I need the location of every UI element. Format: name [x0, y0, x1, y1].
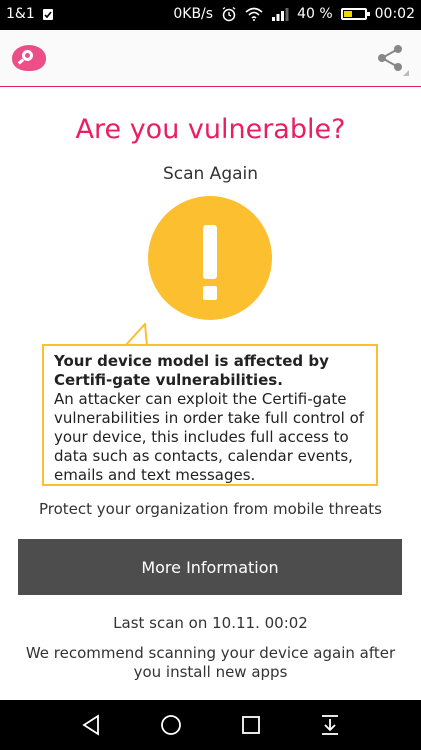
signal-icon — [272, 8, 289, 21]
exclamation-dot — [203, 286, 217, 300]
wifi-icon — [245, 7, 263, 21]
last-scan-text: Last scan on 10.11. 00:02 — [113, 614, 308, 632]
protect-text: Protect your organization from mobile th… — [39, 500, 382, 518]
clock: 00:02 — [374, 6, 415, 22]
navigation-bar — [0, 700, 421, 750]
battery-level — [343, 11, 352, 17]
recents-square-icon[interactable] — [239, 713, 263, 737]
page-title: Are you vulnerable? — [75, 114, 346, 145]
scan-again-link[interactable]: Scan Again — [0, 164, 421, 184]
alarm-icon — [222, 6, 236, 22]
pull-down-icon[interactable] — [318, 713, 342, 737]
more-information-button[interactable]: More Information — [18, 539, 402, 595]
exclamation-bar — [203, 225, 217, 279]
home-circle-icon[interactable] — [159, 713, 183, 737]
battery-percent: 40 % — [297, 6, 333, 22]
bubble-tail — [125, 323, 148, 346]
overflow-indicator — [403, 70, 409, 76]
app-bar — [0, 30, 421, 87]
recommend-text: We recommend scanning your device again … — [25, 644, 396, 681]
battery-icon — [340, 8, 370, 20]
vulnerability-body: An attacker can exploit the Certifi-gate… — [54, 390, 365, 484]
status-bar: 1&1 0KB/s 40 % 00:02 — [0, 0, 421, 30]
network-speed: 0KB/s — [173, 6, 214, 22]
clipboard-check-icon — [42, 9, 53, 20]
share-icon[interactable] — [375, 43, 405, 73]
vulnerability-heading: Your device model is affected by Certifi… — [54, 352, 329, 389]
carrier-label: 1&1 — [6, 6, 35, 22]
back-triangle-icon[interactable] — [79, 713, 103, 737]
vulnerability-message: Your device model is affected by Certifi… — [42, 344, 378, 486]
zimperium-logo-icon — [12, 45, 46, 71]
